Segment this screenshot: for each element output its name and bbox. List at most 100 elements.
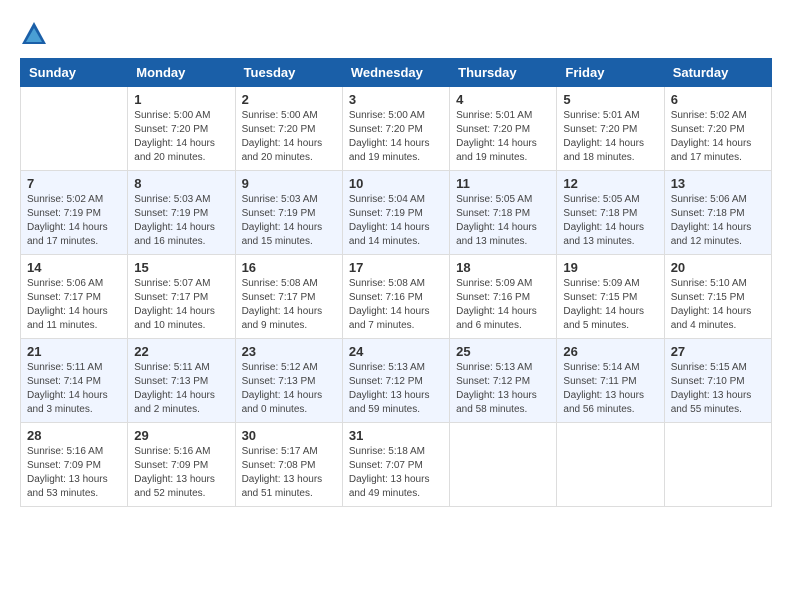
logo-icon xyxy=(20,20,48,48)
calendar-cell: 28 Sunrise: 5:16 AM Sunset: 7:09 PM Dayli… xyxy=(21,423,128,507)
calendar-cell: 8 Sunrise: 5:03 AM Sunset: 7:19 PM Daylig… xyxy=(128,171,235,255)
calendar-cell: 23Sunrise: 5:12 AM Sunset: 7:13 PM Dayli… xyxy=(235,339,342,423)
calendar-cell: 13Sunrise: 5:06 AM Sunset: 7:18 PM Dayli… xyxy=(664,171,771,255)
day-info: Sunrise: 5:08 AM Sunset: 7:16 PM Dayligh… xyxy=(349,277,443,333)
day-number: 10 xyxy=(349,176,443,191)
day-info: Sunrise: 5:11 AM Sunset: 7:13 PM Dayligh… xyxy=(134,361,228,417)
day-number: 21 xyxy=(27,344,121,359)
day-number: 17 xyxy=(349,260,443,275)
day-info: Sunrise: 5:04 AM Sunset: 7:19 PM Dayligh… xyxy=(349,193,443,249)
column-header-sunday: Sunday xyxy=(21,59,128,87)
day-number: 18 xyxy=(456,260,550,275)
day-info: Sunrise: 5:05 AM Sunset: 7:18 PM Dayligh… xyxy=(563,193,657,249)
calendar-cell: 6 Sunrise: 5:02 AM Sunset: 7:20 PM Daylig… xyxy=(664,87,771,171)
day-number: 23 xyxy=(242,344,336,359)
calendar-cell: 21 Sunrise: 5:11 AM Sunset: 7:14 PM Dayli… xyxy=(21,339,128,423)
day-info: Sunrise: 5:15 AM Sunset: 7:10 PM Dayligh… xyxy=(671,361,765,417)
day-info: Sunrise: 5:14 AM Sunset: 7:11 PM Dayligh… xyxy=(563,361,657,417)
calendar-week-row: 28 Sunrise: 5:16 AM Sunset: 7:09 PM Dayli… xyxy=(21,423,772,507)
day-number: 28 xyxy=(27,428,121,443)
day-number: 30 xyxy=(242,428,336,443)
calendar-header-row: SundayMondayTuesdayWednesdayThursdayFrid… xyxy=(21,59,772,87)
day-number: 7 xyxy=(27,176,121,191)
day-number: 11 xyxy=(456,176,550,191)
calendar-cell: 19 Sunrise: 5:09 AM Sunset: 7:15 PM Dayli… xyxy=(557,255,664,339)
calendar-cell xyxy=(450,423,557,507)
calendar-cell: 11 Sunrise: 5:05 AM Sunset: 7:18 PM Dayli… xyxy=(450,171,557,255)
day-number: 26 xyxy=(563,344,657,359)
day-info: Sunrise: 5:05 AM Sunset: 7:18 PM Dayligh… xyxy=(456,193,550,249)
day-number: 5 xyxy=(563,92,657,107)
calendar-cell: 10 Sunrise: 5:04 AM Sunset: 7:19 PM Dayli… xyxy=(342,171,449,255)
day-number: 4 xyxy=(456,92,550,107)
day-info: Sunrise: 5:02 AM Sunset: 7:19 PM Dayligh… xyxy=(27,193,121,249)
day-number: 29 xyxy=(134,428,228,443)
calendar-cell: 3 Sunrise: 5:00 AM Sunset: 7:20 PM Daylig… xyxy=(342,87,449,171)
day-number: 31 xyxy=(349,428,443,443)
calendar-cell: 16Sunrise: 5:08 AM Sunset: 7:17 PM Dayli… xyxy=(235,255,342,339)
calendar-cell: 17 Sunrise: 5:08 AM Sunset: 7:16 PM Dayli… xyxy=(342,255,449,339)
day-number: 27 xyxy=(671,344,765,359)
calendar-cell: 5 Sunrise: 5:01 AM Sunset: 7:20 PM Daylig… xyxy=(557,87,664,171)
day-info: Sunrise: 5:11 AM Sunset: 7:14 PM Dayligh… xyxy=(27,361,121,417)
column-header-thursday: Thursday xyxy=(450,59,557,87)
day-info: Sunrise: 5:03 AM Sunset: 7:19 PM Dayligh… xyxy=(134,193,228,249)
day-number: 1 xyxy=(134,92,228,107)
column-header-wednesday: Wednesday xyxy=(342,59,449,87)
column-header-friday: Friday xyxy=(557,59,664,87)
calendar-cell xyxy=(557,423,664,507)
day-info: Sunrise: 5:06 AM Sunset: 7:17 PM Dayligh… xyxy=(27,277,121,333)
calendar-week-row: 1 Sunrise: 5:00 AM Sunset: 7:20 PM Daylig… xyxy=(21,87,772,171)
day-info: Sunrise: 5:10 AM Sunset: 7:15 PM Dayligh… xyxy=(671,277,765,333)
day-info: Sunrise: 5:00 AM Sunset: 7:20 PM Dayligh… xyxy=(134,109,228,165)
day-info: Sunrise: 5:09 AM Sunset: 7:16 PM Dayligh… xyxy=(456,277,550,333)
calendar-cell: 2 Sunrise: 5:00 AM Sunset: 7:20 PM Daylig… xyxy=(235,87,342,171)
day-number: 25 xyxy=(456,344,550,359)
day-number: 2 xyxy=(242,92,336,107)
day-info: Sunrise: 5:03 AM Sunset: 7:19 PM Dayligh… xyxy=(242,193,336,249)
day-info: Sunrise: 5:17 AM Sunset: 7:08 PM Dayligh… xyxy=(242,445,336,501)
day-info: Sunrise: 5:09 AM Sunset: 7:15 PM Dayligh… xyxy=(563,277,657,333)
calendar-cell: 22Sunrise: 5:11 AM Sunset: 7:13 PM Dayli… xyxy=(128,339,235,423)
calendar-cell: 27 Sunrise: 5:15 AM Sunset: 7:10 PM Dayli… xyxy=(664,339,771,423)
day-info: Sunrise: 5:01 AM Sunset: 7:20 PM Dayligh… xyxy=(456,109,550,165)
calendar-cell: 31 Sunrise: 5:18 AM Sunset: 7:07 PM Dayli… xyxy=(342,423,449,507)
calendar-cell: 7 Sunrise: 5:02 AM Sunset: 7:19 PM Daylig… xyxy=(21,171,128,255)
column-header-saturday: Saturday xyxy=(664,59,771,87)
day-number: 3 xyxy=(349,92,443,107)
day-number: 9 xyxy=(242,176,336,191)
calendar-cell: 29 Sunrise: 5:16 AM Sunset: 7:09 PM Dayli… xyxy=(128,423,235,507)
column-header-tuesday: Tuesday xyxy=(235,59,342,87)
day-number: 19 xyxy=(563,260,657,275)
calendar-cell: 12 Sunrise: 5:05 AM Sunset: 7:18 PM Dayli… xyxy=(557,171,664,255)
day-info: Sunrise: 5:07 AM Sunset: 7:17 PM Dayligh… xyxy=(134,277,228,333)
day-number: 13 xyxy=(671,176,765,191)
day-number: 16 xyxy=(242,260,336,275)
day-info: Sunrise: 5:00 AM Sunset: 7:20 PM Dayligh… xyxy=(242,109,336,165)
calendar-cell: 9 Sunrise: 5:03 AM Sunset: 7:19 PM Daylig… xyxy=(235,171,342,255)
day-info: Sunrise: 5:18 AM Sunset: 7:07 PM Dayligh… xyxy=(349,445,443,501)
calendar-cell: 20 Sunrise: 5:10 AM Sunset: 7:15 PM Dayli… xyxy=(664,255,771,339)
column-header-monday: Monday xyxy=(128,59,235,87)
calendar-cell: 4 Sunrise: 5:01 AM Sunset: 7:20 PM Daylig… xyxy=(450,87,557,171)
day-info: Sunrise: 5:02 AM Sunset: 7:20 PM Dayligh… xyxy=(671,109,765,165)
calendar-cell: 14Sunrise: 5:06 AM Sunset: 7:17 PM Dayli… xyxy=(21,255,128,339)
day-number: 8 xyxy=(134,176,228,191)
day-info: Sunrise: 5:00 AM Sunset: 7:20 PM Dayligh… xyxy=(349,109,443,165)
calendar-week-row: 14Sunrise: 5:06 AM Sunset: 7:17 PM Dayli… xyxy=(21,255,772,339)
day-number: 24 xyxy=(349,344,443,359)
calendar-cell: 24Sunrise: 5:13 AM Sunset: 7:12 PM Dayli… xyxy=(342,339,449,423)
day-info: Sunrise: 5:01 AM Sunset: 7:20 PM Dayligh… xyxy=(563,109,657,165)
day-number: 15 xyxy=(134,260,228,275)
day-info: Sunrise: 5:16 AM Sunset: 7:09 PM Dayligh… xyxy=(134,445,228,501)
calendar-cell: 30 Sunrise: 5:17 AM Sunset: 7:08 PM Dayli… xyxy=(235,423,342,507)
calendar-cell: 18 Sunrise: 5:09 AM Sunset: 7:16 PM Dayli… xyxy=(450,255,557,339)
calendar-week-row: 7 Sunrise: 5:02 AM Sunset: 7:19 PM Daylig… xyxy=(21,171,772,255)
day-info: Sunrise: 5:16 AM Sunset: 7:09 PM Dayligh… xyxy=(27,445,121,501)
calendar-week-row: 21 Sunrise: 5:11 AM Sunset: 7:14 PM Dayli… xyxy=(21,339,772,423)
day-number: 12 xyxy=(563,176,657,191)
day-number: 20 xyxy=(671,260,765,275)
calendar-cell: 15 Sunrise: 5:07 AM Sunset: 7:17 PM Dayli… xyxy=(128,255,235,339)
day-number: 6 xyxy=(671,92,765,107)
page-header xyxy=(20,20,772,48)
